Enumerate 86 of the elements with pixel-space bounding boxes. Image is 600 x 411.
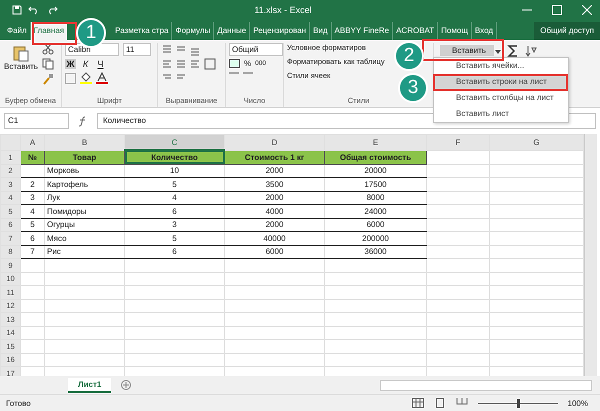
italic-button[interactable]: К: [80, 59, 91, 69]
table-cell: 200000: [362, 234, 389, 243]
table-cell: 17500: [364, 180, 387, 189]
sheet-tab[interactable]: Лист1: [68, 378, 112, 392]
sign-in-link[interactable]: Вход: [472, 22, 498, 40]
table-cell: Картофель: [47, 180, 88, 189]
table-cell: Мясо: [47, 234, 67, 243]
column-header[interactable]: D: [224, 134, 324, 150]
name-box[interactable]: C1: [4, 113, 69, 129]
table-header-cell: Количество: [124, 150, 224, 164]
table-cell: 40000: [263, 234, 286, 243]
add-sheet-icon[interactable]: [121, 380, 132, 390]
table-cell: Морковь: [47, 166, 80, 176]
help-tab[interactable]: Помощ: [438, 22, 472, 40]
close-icon[interactable]: [582, 5, 592, 15]
redo-icon[interactable]: [46, 5, 58, 15]
table-cell: 36000: [364, 247, 387, 256]
sum-icon[interactable]: [506, 45, 519, 57]
table-cell: Рис: [47, 247, 61, 256]
table-cell: 6: [172, 206, 177, 216]
zoom-level: 100%: [568, 398, 588, 408]
decimal-icons-drawing[interactable]: [229, 71, 255, 75]
table-cell: 2000: [266, 220, 284, 230]
table-cell: 4000: [266, 206, 284, 216]
table-cell: 4: [172, 193, 177, 202]
font-color-icon[interactable]: [96, 72, 108, 84]
status-text: Готово: [6, 398, 31, 408]
table-cell: 3: [30, 193, 35, 202]
maximize-icon[interactable]: [552, 5, 562, 15]
table-cell: 24000: [364, 206, 387, 216]
table-cell: 4: [30, 206, 35, 216]
highlight-frame: [32, 22, 77, 45]
clipboard-icon: [12, 44, 30, 62]
table-cell: 2: [30, 180, 35, 189]
table-cell: 6000: [366, 220, 384, 230]
table-header-cell: Товар: [44, 150, 124, 164]
share-button[interactable]: Общий доступ: [534, 22, 600, 40]
column-header[interactable]: E: [324, 134, 426, 150]
table-cell: 6: [30, 234, 35, 243]
number-format-dropdown[interactable]: Общий: [229, 43, 283, 56]
bold-button[interactable]: Ж: [65, 59, 76, 69]
table-cell: 7: [30, 247, 35, 256]
table-header-cell: Общая стоимость: [324, 150, 426, 164]
normal-view-icon[interactable]: [412, 398, 424, 408]
zoom-slider-thumb[interactable]: [516, 398, 520, 408]
table-cell: 8000: [366, 193, 384, 202]
table-cell: 2000: [266, 193, 284, 202]
font-size-dropdown[interactable]: 11: [123, 43, 151, 56]
table-cell: Помидоры: [47, 206, 86, 216]
column-header[interactable]: B: [44, 134, 124, 150]
table-cell: 3500: [266, 180, 284, 189]
column-header[interactable]: F: [426, 134, 490, 150]
scissors-icon[interactable]: [42, 43, 54, 55]
sort-filter-icon[interactable]: [524, 45, 537, 57]
table-cell: Огурцы: [47, 220, 75, 230]
table-cell: 5: [30, 220, 35, 230]
underline-button[interactable]: Ч: [95, 59, 106, 69]
horizontal-scrollbar[interactable]: [380, 380, 592, 390]
table-cell: Лук: [47, 193, 60, 202]
insert-button[interactable]: Вставить: [440, 45, 494, 56]
column-header[interactable]: C: [124, 134, 224, 150]
menu-item[interactable]: Вставить столбцы на лист: [434, 90, 568, 106]
table-header-cell: Стоимость 1 кг: [224, 150, 324, 164]
table-cell: 20000: [364, 166, 387, 176]
menu-item[interactable]: Вставить ячейки...: [434, 58, 568, 74]
table-cell: 10: [170, 166, 179, 176]
percent-button[interactable]: %: [244, 59, 252, 68]
table-cell: 3: [172, 220, 177, 230]
column-header[interactable]: A: [20, 134, 44, 150]
page-layout-icon[interactable]: [434, 398, 446, 408]
vertical-scrollbar[interactable]: [584, 134, 597, 376]
table-cell: 2000: [266, 166, 284, 176]
table-cell: 5: [172, 234, 177, 243]
fill-color-icon[interactable]: [80, 72, 92, 84]
column-header[interactable]: G: [490, 134, 584, 150]
table-cell: 6000: [266, 247, 284, 256]
caret-icon[interactable]: [494, 50, 501, 54]
borders-icon[interactable]: [65, 72, 76, 84]
copy-icon[interactable]: [42, 58, 54, 70]
save-icon[interactable]: [12, 5, 22, 15]
window-title: 11.xlsx - Excel: [253, 5, 313, 15]
currency-icon[interactable]: [229, 59, 240, 68]
table-cell: 6: [172, 247, 177, 256]
undo-icon[interactable]: [28, 5, 40, 15]
table-cell: 5: [172, 180, 177, 189]
paste-button[interactable]: Вставить: [3, 43, 39, 96]
